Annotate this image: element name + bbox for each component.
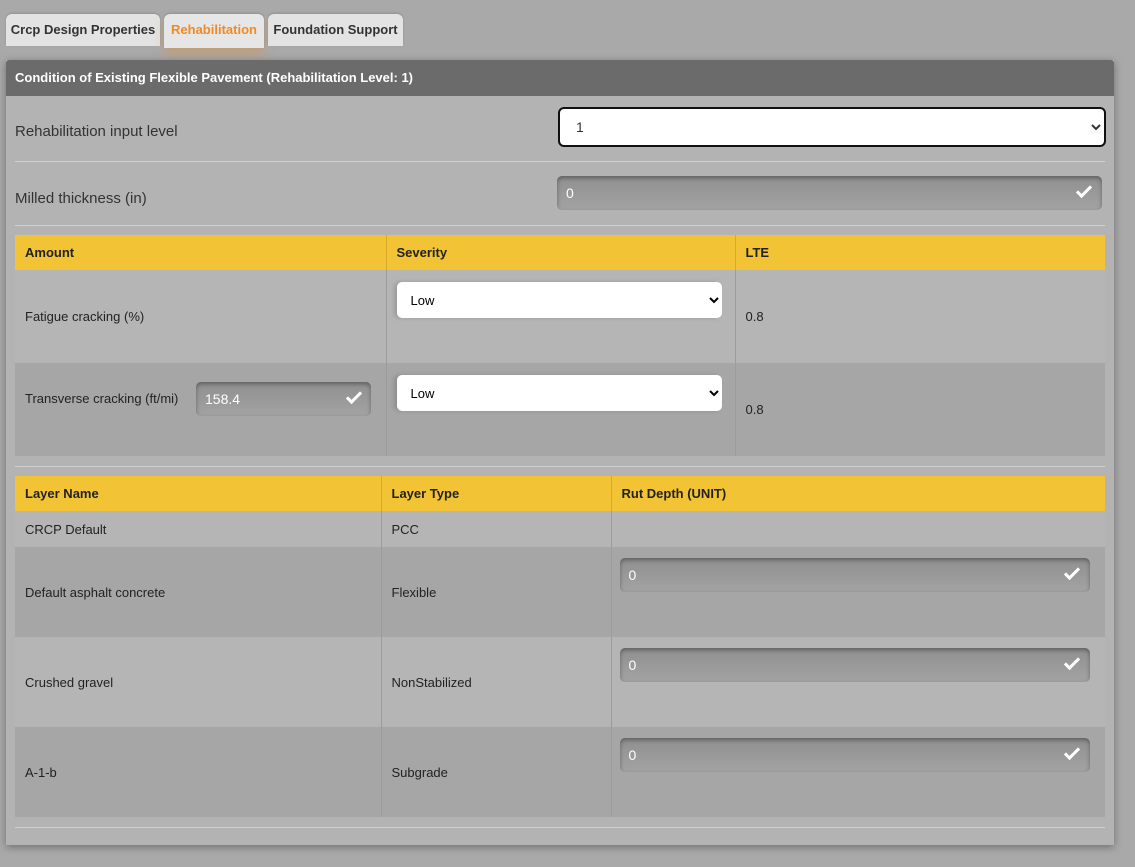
transverse-cracking-input[interactable]: 158.4	[196, 382, 371, 416]
rut-depth-input[interactable]: 0	[619, 648, 1090, 682]
rut-depth-cell: 0	[611, 547, 1105, 637]
divider	[15, 827, 1105, 828]
header-layer-name: Layer Name	[15, 476, 382, 511]
fatigue-lte-value: 0.8	[735, 270, 1105, 363]
table-row: Crushed gravel NonStabilized 0	[15, 637, 1105, 727]
transverse-severity-select[interactable]: Low	[396, 375, 722, 411]
check-icon	[1063, 743, 1080, 761]
header-severity: Severity	[386, 235, 736, 270]
fatigue-cracking-label: Fatigue cracking (%)	[15, 270, 387, 363]
tab-crcp-design-properties[interactable]: Crcp Design Properties	[6, 14, 160, 46]
milled-thickness-value: 0	[566, 185, 574, 201]
transverse-cracking-cell: Transverse cracking (ft/mi) 158.4	[15, 363, 387, 456]
transverse-cracking-label: Transverse cracking (ft/mi)	[25, 391, 179, 406]
table-row: Fatigue cracking (%) Low 0.8	[15, 270, 1105, 363]
rut-depth-cell: 0	[611, 637, 1105, 727]
rehab-input-level-label: Rehabilitation input level	[15, 123, 178, 140]
fatigue-severity-select[interactable]: Low	[396, 282, 722, 318]
severity-cell: Low	[386, 363, 736, 456]
check-icon	[1063, 563, 1080, 581]
rut-depth-value: 0	[628, 747, 637, 763]
table-row: Default asphalt concrete Flexible 0	[15, 547, 1105, 637]
distress-table: Amount Severity LTE Fatigue cracking (%)…	[15, 235, 1105, 456]
rehab-input-level-select[interactable]: 1	[558, 107, 1106, 147]
layer-name: CRCP Default	[15, 511, 382, 547]
rut-depth-input[interactable]: 0	[619, 558, 1090, 592]
milled-thickness-input[interactable]: 0	[557, 176, 1102, 210]
rut-depth-value: 0	[628, 567, 637, 583]
transverse-cracking-value: 158.4	[205, 391, 241, 407]
rut-depth-cell: 0	[611, 727, 1105, 817]
layer-type: NonStabilized	[381, 637, 612, 727]
header-rut-depth: Rut Depth (UNIT)	[611, 476, 1105, 511]
transverse-lte-value: 0.8	[735, 363, 1105, 456]
header-amount: Amount	[15, 235, 387, 270]
table-row: Transverse cracking (ft/mi) 158.4 Low 0.…	[15, 363, 1105, 456]
tab-foundation-support[interactable]: Foundation Support	[268, 14, 403, 46]
rehabilitation-panel: Condition of Existing Flexible Pavement …	[6, 60, 1114, 845]
panel-title: Condition of Existing Flexible Pavement …	[6, 60, 1114, 96]
rut-depth-value: 0	[628, 657, 637, 673]
layer-name: Default asphalt concrete	[15, 547, 382, 637]
table-row: CRCP Default PCC	[15, 511, 1105, 547]
layer-type: Subgrade	[381, 727, 612, 817]
layer-type: Flexible	[381, 547, 612, 637]
header-lte: LTE	[735, 235, 1105, 270]
table-row: A-1-b Subgrade 0	[15, 727, 1105, 817]
rut-depth-empty	[611, 511, 1105, 547]
layer-name: Crushed gravel	[15, 637, 382, 727]
tab-rehabilitation[interactable]: Rehabilitation	[164, 14, 264, 48]
divider	[15, 466, 1105, 467]
layer-table: Layer Name Layer Type Rut Depth (UNIT) C…	[15, 476, 1105, 817]
check-icon	[1075, 181, 1093, 199]
layer-name: A-1-b	[15, 727, 382, 817]
layer-type: PCC	[381, 511, 612, 547]
severity-cell: Low	[386, 270, 736, 363]
header-layer-type: Layer Type	[381, 476, 612, 511]
milled-thickness-label: Milled thickness (in)	[15, 190, 147, 207]
check-icon	[1063, 653, 1080, 671]
check-icon	[345, 387, 363, 405]
rut-depth-input[interactable]: 0	[619, 738, 1090, 772]
